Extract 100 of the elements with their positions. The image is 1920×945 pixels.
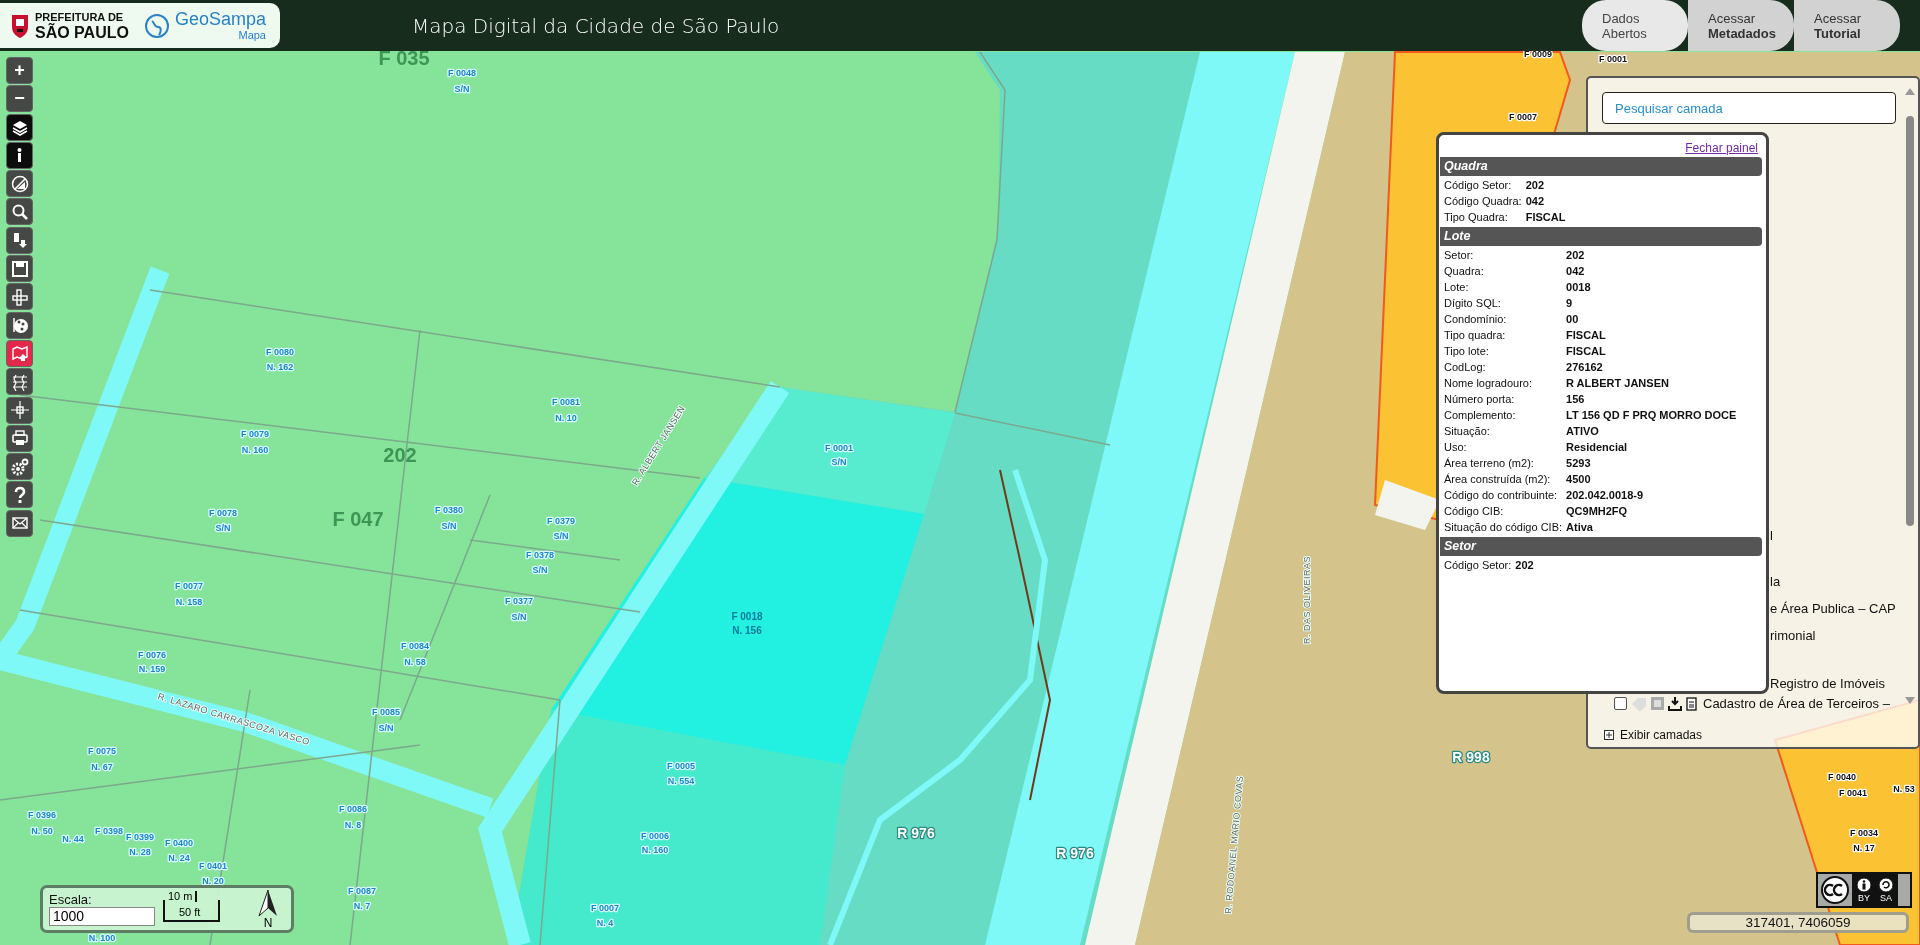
parcel-label: F 0078 [209,508,237,518]
tool-button[interactable] [6,311,33,339]
parcel-label: F 0380 [435,505,463,515]
section-header: Quadra [1440,157,1762,176]
layer-search-field[interactable]: Pesquisar camada [1602,92,1896,124]
tool-button[interactable] [6,255,33,283]
tool-button[interactable] [6,226,33,254]
parcel-label: N. 44 [62,834,84,844]
parcel-label: F 0080 [266,347,294,357]
attribute-label: Complemento: [1444,407,1567,423]
tool-button[interactable] [6,283,33,311]
layer-name: Registro de Imóveis [1770,675,1886,693]
parcel-label: N. 24 [168,853,190,863]
attribute-value: 5293 [1566,456,1592,471]
parcel-label: N. 159 [138,664,166,674]
attribute-label: Quadra: [1444,263,1567,279]
attribute-value: LT 156 QD F PRQ MORRO DOCE [1566,408,1738,423]
parcel-label: F 0041 [1839,788,1867,798]
attribute-label: Condomínio: [1444,311,1567,327]
north-arrow-icon [257,889,279,917]
parcel-label: F 0085 [372,707,400,717]
parcel-label: F 0034 [1850,828,1878,838]
layer-name[interactable]: Cadastro de Área de Terceiros – [1703,696,1890,711]
tool-button[interactable] [6,113,33,141]
parcel-label: N. 53 [1893,784,1915,794]
parcel-label: N. 17 [1853,843,1875,853]
attribute-label: Nome logradouro: [1444,375,1567,391]
parcel-label: S/N [441,521,457,531]
scale-bar-label: 10 m [168,891,198,902]
parcel-label: N. 160 [241,445,269,455]
parcel-label: F 0077 [175,581,203,591]
tool-button[interactable] [6,396,33,424]
show-layers-link[interactable]: Exibir camadas [1620,728,1703,742]
parcel-label: S/N [378,723,394,733]
layer-name: la [1770,573,1782,591]
attribute-value: 202 [1515,558,1535,573]
tool-button[interactable]: − [6,85,33,113]
tool-button[interactable] [6,198,33,226]
tool-button[interactable] [6,453,33,481]
app-subtitle: Mapa [238,29,266,41]
zone-label: R 998 [1452,749,1490,765]
attribute-value: 4500 [1566,472,1592,487]
attribute-label: Setor: [1444,247,1567,263]
expand-icon [1604,730,1614,740]
parcel-label: F 0018 [731,611,763,622]
parcel-label: F 0398 [95,826,123,836]
tool-button[interactable] [6,170,33,198]
parcel-label: S/N [511,612,527,622]
header-link[interactable]: Acessar Tutorial [1794,0,1900,51]
parcel-label: F 0401 [199,861,227,871]
scrollbar[interactable] [1904,86,1916,706]
scale-label: Escala: [49,892,93,907]
parcel-label: N. 10 [555,413,577,423]
close-panel-link[interactable]: Fechar painel [1685,141,1758,155]
palette-icon [10,316,29,335]
tool-button[interactable]: + [6,57,33,84]
block-label: 202 [383,444,417,466]
tool-button[interactable] [6,481,33,509]
parcel-label: F 0079 [241,429,269,439]
parcel-label: F 0001 [1599,54,1627,64]
attribute-label: Código do contribuinte: [1444,487,1567,503]
header-link[interactable]: Acessar Metadados [1688,0,1794,51]
parcel-label: N. 58 [404,657,426,667]
tool-button[interactable] [6,509,33,537]
tool-button[interactable] [6,368,33,396]
attribute-label: Situação do código CIB: [1444,519,1567,535]
attribute-label: Situação: [1444,423,1567,439]
header-link[interactable]: Dados Abertos [1582,0,1688,51]
attribute-value: ATIVO [1566,424,1600,439]
attribute-label: Código Setor: [1444,177,1526,193]
parcel-label: F 0007 [1509,112,1537,122]
parcel-label: S/N [454,84,470,94]
attribute-label: Dígito SQL: [1444,295,1567,311]
attribute-label: Lote: [1444,279,1567,295]
attribute-value: R ALBERT JANSEN [1566,376,1670,391]
attribute-label: CodLog: [1444,359,1567,375]
block-label: F 047 [332,508,384,530]
scrollbar-thumb[interactable] [1906,116,1914,526]
parcel-label: F 0378 [526,550,554,560]
license-label: SA [1880,894,1892,903]
tool-button[interactable] [6,424,33,452]
parcel-label: F 0396 [28,810,56,820]
tool-button[interactable] [6,141,33,169]
parcel-label: F 0005 [667,761,695,771]
scale-input[interactable]: 1000 [49,906,155,926]
attribute-label: Tipo lote: [1444,343,1567,359]
license-label: BY [1858,894,1870,903]
parcel-label: N. 20 [202,876,224,886]
parcel-label: F 0007 [591,903,619,913]
north-label: N [263,917,273,929]
crosshair-icon [10,401,29,420]
attribute-label: Área terreno (m2): [1444,455,1567,471]
printer-icon [10,429,29,448]
parcel-label: F 0084 [401,641,429,651]
attribute-label: Código CIB: [1444,503,1567,519]
parcel-label: N. 28 [129,847,151,857]
download-icon [1668,696,1682,711]
attribute-value: FISCAL [1525,210,1567,225]
layer-checkbox[interactable] [1614,697,1627,710]
layer-name: rimonial [1770,627,1817,645]
